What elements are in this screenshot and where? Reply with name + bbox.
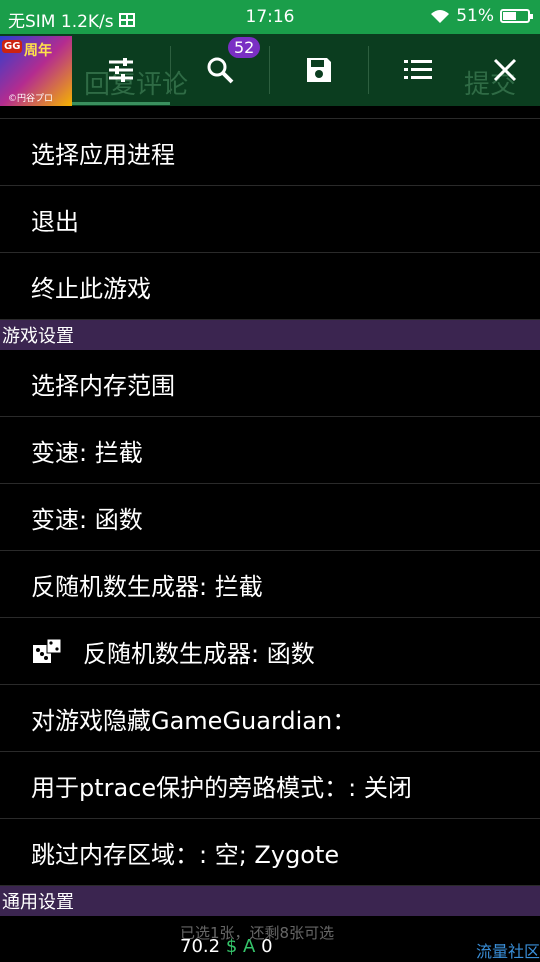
list-icon (404, 60, 432, 79)
status-right: 51% (430, 6, 533, 26)
section-game-settings: 游戏设置 (0, 320, 540, 350)
menu-item-speedhack-function[interactable]: 变速: 函数 (0, 484, 540, 551)
a-label: A (243, 936, 256, 957)
footer-value: 70.2 (180, 936, 221, 957)
community-link[interactable]: 流量社区 (476, 938, 540, 962)
settings-button[interactable] (72, 34, 170, 106)
save-icon (307, 58, 331, 82)
app-icon-anniversary: 周年 (24, 43, 52, 59)
save-button[interactable] (270, 34, 368, 106)
menu-item-exit[interactable]: 退出 (0, 186, 540, 253)
menu-item-rng-intercept[interactable]: 反随机数生成器: 拦截 (0, 551, 540, 618)
menu-item-speedhack-intercept[interactable]: 变速: 拦截 (0, 417, 540, 484)
menu-item-rng-function[interactable]: 反随机数生成器: 函数 (0, 618, 540, 685)
footer-bar: 已选1张，还剩8张可选 70.2 $ A 0 流量社区 (0, 924, 540, 962)
dollar-label: $ (225, 936, 238, 957)
menu-item-kill-game[interactable]: 终止此游戏 (0, 253, 540, 320)
menu-item-hide-gg[interactable]: 对游戏隐藏GameGuardian： (0, 685, 540, 752)
sliders-icon (109, 58, 133, 82)
menu-item-skip-memory[interactable]: 跳过内存区域：: 空; Zygote (0, 819, 540, 886)
battery-icon (500, 9, 533, 23)
battery-percent: 51% (456, 6, 494, 26)
search-icon (207, 57, 234, 84)
menu-item-memory-range[interactable]: 选择内存范围 (0, 350, 540, 417)
app-icon-caption: ©円谷プロ (8, 94, 54, 104)
footer-stats: 70.2 $ A 0 (180, 936, 273, 957)
a-value: 0 (261, 936, 273, 957)
menu-item-select-process[interactable]: 选择应用进程 (0, 119, 540, 186)
menu-list: 选择应用进程 退出 终止此游戏 游戏设置 选择内存范围 变速: 拦截 变速: 函… (0, 108, 540, 916)
app-icon[interactable]: GG 周年 ©円谷プロ (0, 36, 72, 106)
close-button[interactable] (470, 34, 540, 106)
search-count-badge: 52 (228, 37, 261, 58)
close-icon (493, 58, 517, 82)
dice-icon (33, 638, 62, 663)
menu-item-ptrace-bypass[interactable]: 用于ptrace保护的旁路模式：: 关闭 (0, 752, 540, 819)
section-general-settings: 通用设置 (0, 886, 540, 916)
wifi-icon (431, 10, 450, 23)
app-icon-gg: GG (2, 40, 23, 53)
status-bar: 无SIM 1.2K/s 17:16 51% (0, 0, 540, 34)
menu-item-rng-function-label: 反随机数生成器: 函数 (83, 639, 315, 668)
list-top-spacer (0, 108, 540, 119)
list-button[interactable] (369, 34, 467, 106)
